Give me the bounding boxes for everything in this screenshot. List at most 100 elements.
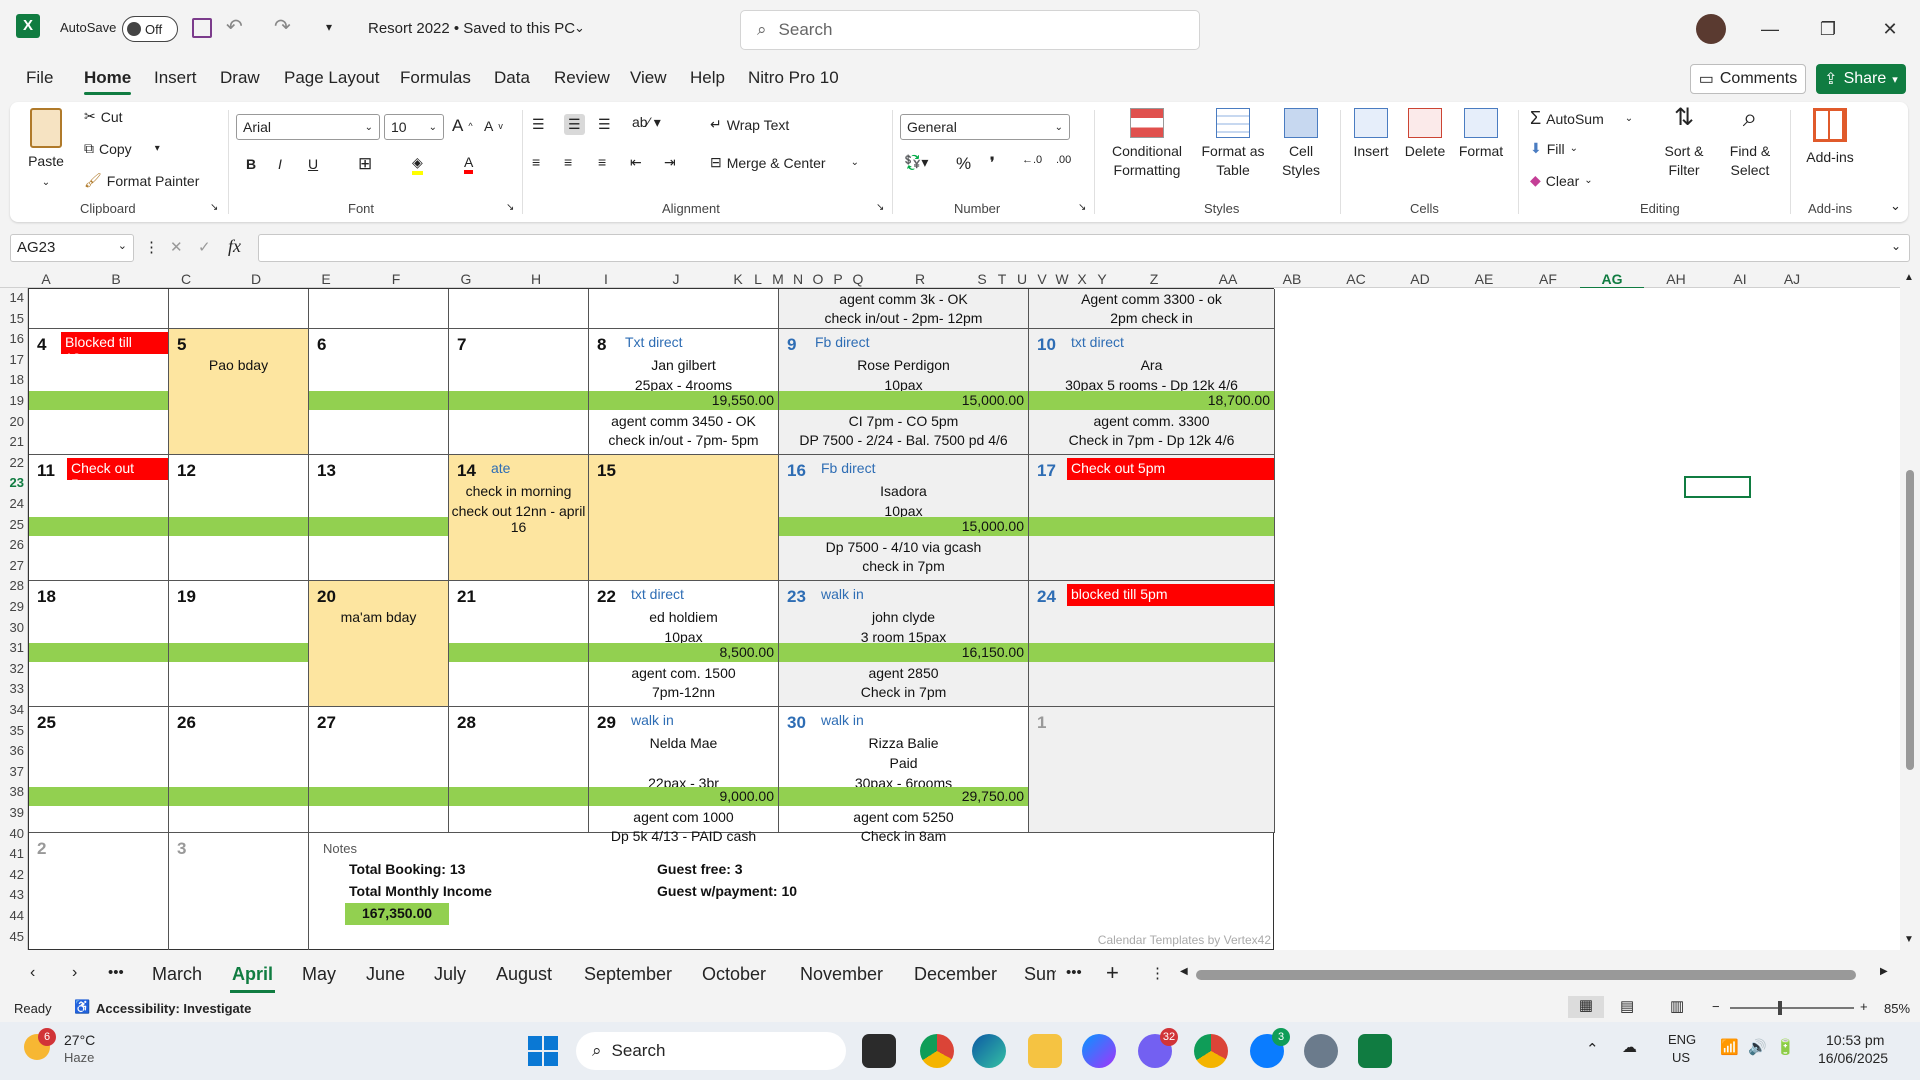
percent-icon[interactable]: % xyxy=(956,154,971,174)
orientation-icon[interactable]: ab⁄ ▾ xyxy=(632,114,661,131)
column-header[interactable]: AF xyxy=(1516,271,1580,287)
fill-color-icon[interactable]: ◈ xyxy=(412,154,423,175)
calendar-day-cell[interactable]: 22 txt direct ed holdiem 10pax 8,500.00 agent… xyxy=(589,581,779,707)
column-header[interactable]: D xyxy=(204,271,308,287)
dialog-launcher-icon[interactable]: ↘ xyxy=(506,202,514,213)
align-bottom-icon[interactable]: ☰ xyxy=(598,116,611,133)
number-format-select[interactable]: General ⌄ xyxy=(900,114,1070,140)
column-header[interactable]: I xyxy=(588,271,624,287)
wifi-icon[interactable]: 📶 xyxy=(1720,1038,1739,1056)
column-header[interactable]: G xyxy=(448,271,484,287)
row-header[interactable]: 37 xyxy=(0,764,24,779)
save-icon[interactable] xyxy=(192,18,212,38)
increase-decimal-icon[interactable]: ←.0 xyxy=(1022,154,1042,166)
column-header[interactable]: U xyxy=(1012,271,1032,287)
tab-august[interactable]: August xyxy=(496,964,552,985)
calendar-day-cell[interactable]: 2 xyxy=(29,833,169,950)
calendar-day-cell[interactable]: 14 ate check in morning check out 12nn - ap… xyxy=(449,455,589,581)
calendar-day-cell[interactable]: 21 xyxy=(449,581,589,707)
column-header[interactable]: H xyxy=(484,271,588,287)
column-header[interactable]: AC xyxy=(1324,271,1388,287)
column-header[interactable]: AH xyxy=(1644,271,1708,287)
clear-button[interactable]: ◆ Clear ⌄ xyxy=(1530,172,1593,189)
restore-icon[interactable]: ❐ xyxy=(1808,12,1848,46)
calendar-cell-partial[interactable] xyxy=(309,289,449,329)
column-header[interactable]: W xyxy=(1052,271,1072,287)
underline-icon[interactable]: U xyxy=(308,156,318,172)
customize-qat-icon[interactable]: ▾ xyxy=(326,20,332,34)
tab-next-icon[interactable]: › xyxy=(72,964,77,982)
close-icon[interactable]: ✕ xyxy=(1870,12,1910,46)
tab-sum[interactable]: Sum xyxy=(1024,964,1056,985)
column-header[interactable]: V xyxy=(1032,271,1052,287)
calendar-day-cell[interactable]: 19 xyxy=(169,581,309,707)
column-header[interactable]: AG xyxy=(1580,271,1644,289)
column-header[interactable]: L xyxy=(748,271,768,287)
excel-taskbar-icon[interactable] xyxy=(1358,1034,1392,1068)
tab-more-icon[interactable]: ••• xyxy=(108,964,124,981)
lang-1[interactable]: ENG xyxy=(1668,1032,1696,1047)
column-header[interactable]: M xyxy=(768,271,788,287)
row-header[interactable]: 21 xyxy=(0,434,24,449)
page-break-view-icon[interactable]: ▥ xyxy=(1670,997,1684,1015)
tab-prev-icon[interactable]: ‹ xyxy=(30,964,35,982)
page-layout-view-icon[interactable]: ▤ xyxy=(1620,997,1634,1015)
file-explorer-icon[interactable] xyxy=(1028,1034,1062,1068)
tab-november[interactable]: November xyxy=(800,964,883,985)
sheet-options-icon[interactable]: ⋮ xyxy=(1150,964,1165,982)
zoom-in-icon[interactable]: + xyxy=(1860,999,1868,1014)
dialog-launcher-icon[interactable]: ↘ xyxy=(1078,202,1086,213)
menu-file[interactable]: File xyxy=(26,68,53,88)
menu-formulas[interactable]: Formulas xyxy=(400,68,471,88)
align-right-icon[interactable]: ≡ xyxy=(598,154,606,170)
avatar[interactable] xyxy=(1696,14,1726,44)
title-chevron-down-icon[interactable]: ⌄ xyxy=(574,20,585,36)
row-header[interactable]: 43 xyxy=(0,887,24,902)
selected-cell[interactable] xyxy=(1684,476,1751,498)
column-header[interactable]: O xyxy=(808,271,828,287)
vertical-scrollbar[interactable]: ▲ ▼ xyxy=(1900,270,1920,950)
cancel-icon[interactable]: ✕ xyxy=(170,238,183,256)
copy-button[interactable]: ⧉ Copy ▾ xyxy=(84,140,160,157)
chrome-profile-icon[interactable] xyxy=(1194,1034,1228,1068)
column-header[interactable]: Q xyxy=(848,271,868,287)
lang-2[interactable]: US xyxy=(1672,1050,1690,1065)
normal-view-icon[interactable]: ▦ xyxy=(1568,996,1604,1018)
column-header[interactable]: AA xyxy=(1196,271,1260,287)
minimize-icon[interactable]: — xyxy=(1750,12,1790,46)
font-size-select[interactable]: 10 ⌄ xyxy=(384,114,444,140)
calendar-day-cell[interactable]: 27 xyxy=(309,707,449,833)
calendar-day-cell[interactable]: 5 Pao bday xyxy=(169,329,309,455)
insert-cells-button[interactable]: Insert xyxy=(1348,108,1394,161)
calendar-day-cell[interactable]: 10 txt direct Ara 30pax 5 rooms - Dp 12k 4/… xyxy=(1029,329,1275,455)
calendar-day-cell[interactable]: 11 Check out 5pm xyxy=(29,455,169,581)
column-header[interactable]: AJ xyxy=(1772,271,1812,287)
align-top-icon[interactable]: ☰ xyxy=(532,116,545,133)
row-header[interactable]: 26 xyxy=(0,537,24,552)
wrap-text-button[interactable]: ↵ Wrap Text xyxy=(710,116,789,133)
column-header[interactable]: K xyxy=(728,271,748,287)
calendar-day-cell[interactable]: 18 xyxy=(29,581,169,707)
hscroll-right-icon[interactable]: ▶ xyxy=(1880,966,1888,977)
calendar-cell-partial[interactable]: agent comm 3k - OK check in/out - 2pm- 12… xyxy=(779,289,1029,329)
increase-indent-icon[interactable]: ⇥ xyxy=(664,154,676,171)
cut-button[interactable]: ✂ Cut xyxy=(84,108,123,125)
bold-icon[interactable]: B xyxy=(246,156,256,172)
format-as-table-button[interactable]: Format as Table xyxy=(1198,108,1268,180)
add-sheet-icon[interactable]: + xyxy=(1106,960,1119,986)
row-header[interactable]: 15 xyxy=(0,311,24,326)
row-header[interactable]: 31 xyxy=(0,640,24,655)
column-header[interactable]: R xyxy=(868,271,972,287)
column-header[interactable]: J xyxy=(624,271,728,287)
volume-icon[interactable]: 🔊 xyxy=(1748,1038,1767,1056)
more-options-icon[interactable]: ⋮ xyxy=(144,238,159,256)
zoom-slider[interactable] xyxy=(1730,1001,1854,1015)
undo-icon[interactable]: ↶ xyxy=(226,14,243,39)
enter-icon[interactable]: ✓ xyxy=(198,238,211,256)
menu-view[interactable]: View xyxy=(630,68,667,88)
calendar-day-cell[interactable]: 13 xyxy=(309,455,449,581)
tab-september[interactable]: September xyxy=(584,964,672,985)
tab-april[interactable]: April xyxy=(229,964,276,993)
column-header[interactable]: P xyxy=(828,271,848,287)
row-header[interactable]: 45 xyxy=(0,929,24,944)
